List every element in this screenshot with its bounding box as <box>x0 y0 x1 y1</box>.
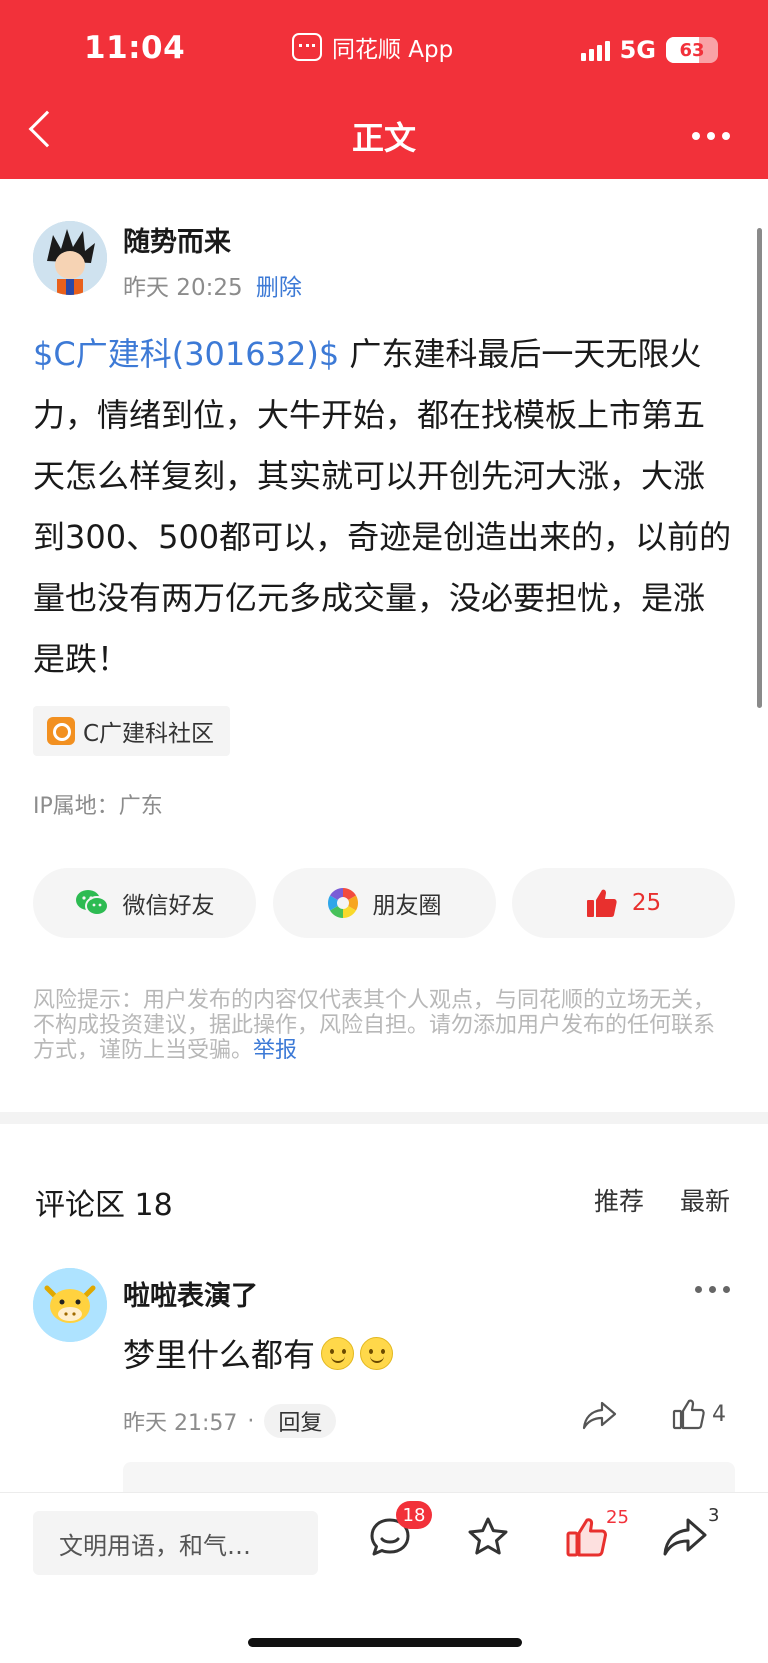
ip-location: IP属地：广东 <box>33 794 163 819</box>
app-logo-icon <box>292 33 322 61</box>
sort-recommend-tab[interactable]: 推荐 <box>594 1182 644 1218</box>
signal-icon <box>580 39 610 61</box>
wechat-icon <box>75 890 109 916</box>
page-title: 正文 <box>351 119 416 157</box>
favorite-button[interactable] <box>466 1515 510 1563</box>
share-row: 微信好友 朋友圈 25 <box>33 868 735 938</box>
meta-dot: · <box>247 1408 255 1434</box>
comment-more-button[interactable] <box>695 1286 730 1293</box>
more-icon <box>692 132 700 140</box>
status-app-indicator[interactable]: 同花顺 App <box>292 30 453 64</box>
risk-notice: 风险提示：用户发布的内容仅代表其个人观点，与同花顺的立场无关，不构成投资建议，据… <box>33 988 735 1063</box>
star-icon <box>468 1517 508 1555</box>
comments-button[interactable]: 18 <box>368 1501 432 1563</box>
status-right: 5G 63 <box>580 36 718 64</box>
share-moments-button[interactable]: 朋友圈 <box>272 868 496 938</box>
network-type: 5G <box>619 36 656 64</box>
community-icon <box>47 717 75 745</box>
comment-text: 梦里什么都有 <box>123 1330 394 1376</box>
section-divider <box>0 1112 768 1124</box>
smile-emoji-icon <box>360 1336 394 1370</box>
comment-text-content: 梦里什么都有 <box>123 1336 316 1374</box>
comment-meta: 昨天 21:57 · 回复 <box>123 1404 337 1438</box>
community-tag-label: C广建科社区 <box>83 721 215 747</box>
community-tag[interactable]: C广建科社区 <box>33 706 231 756</box>
share-wechat-label: 微信好友 <box>122 893 215 919</box>
commenter-avatar[interactable] <box>33 1268 107 1342</box>
share-bottom-button[interactable]: 3 <box>662 1505 719 1563</box>
like-button[interactable]: 25 <box>512 868 735 938</box>
more-button[interactable] <box>692 132 730 140</box>
thumbs-up-icon <box>672 1399 705 1430</box>
stock-link[interactable]: $C广建科(301632)$ <box>33 335 339 373</box>
risk-text: 风险提示：用户发布的内容仅代表其个人观点，与同花顺的立场无关，不构成投资建议，据… <box>33 988 716 1063</box>
thumbs-up-icon <box>586 889 617 917</box>
scrollbar[interactable] <box>757 228 762 708</box>
delete-button[interactable]: 删除 <box>256 275 302 301</box>
battery-level: 63 <box>679 39 705 61</box>
thumbs-up-icon <box>566 1518 607 1557</box>
app-header: 11:04 同花顺 App 5G 63 正文 <box>0 0 768 179</box>
report-link[interactable]: 举报 <box>253 1038 297 1063</box>
more-icon <box>695 1286 702 1293</box>
reply-button[interactable]: 回复 <box>264 1404 337 1438</box>
comment-count-badge: 18 <box>396 1501 432 1529</box>
share-bottom-count: 3 <box>708 1505 720 1526</box>
comment-share-button[interactable] <box>582 1400 618 1434</box>
author-name[interactable]: 随势而来 <box>123 220 231 259</box>
post-text: 广东建科最后一天无限火力，情绪到位，大牛开始，都在找模板上市第五天怎么样复刻，其… <box>33 335 732 678</box>
share-moments-label: 朋友圈 <box>372 893 442 919</box>
moments-icon <box>327 888 358 918</box>
like-bottom-count: 25 <box>606 1507 629 1528</box>
post-time: 昨天 20:25 <box>123 275 243 301</box>
post-meta: 昨天 20:25 删除 <box>123 268 302 302</box>
share-wechat-button[interactable]: 微信好友 <box>33 868 256 938</box>
commenter-name[interactable]: 啦啦表演了 <box>123 1274 258 1313</box>
like-bottom-button[interactable]: 25 <box>564 1507 629 1563</box>
comments-title: 评论区 18 <box>35 1188 173 1223</box>
status-time: 11:04 <box>84 30 186 66</box>
comment-input[interactable]: 文明用语，和气… <box>33 1511 318 1575</box>
comment-time: 昨天 21:57 <box>123 1411 238 1436</box>
share-icon <box>663 1518 707 1556</box>
comment-like-button[interactable]: 4 <box>672 1398 726 1430</box>
sort-latest-tab[interactable]: 最新 <box>680 1182 730 1218</box>
home-indicator[interactable] <box>248 1638 522 1647</box>
smile-emoji-icon <box>321 1336 355 1370</box>
battery-icon: 63 <box>666 37 718 63</box>
share-icon <box>582 1401 617 1430</box>
comment-like-count: 4 <box>712 1401 726 1427</box>
status-app-name: 同花顺 App <box>332 37 454 63</box>
like-count: 25 <box>631 890 662 916</box>
bottom-bar: 文明用语，和气… 18 25 3 <box>0 1492 768 1663</box>
post-content: $C广建科(301632)$ 广东建科最后一天无限火力，情绪到位，大牛开始，都在… <box>33 324 733 690</box>
author-avatar[interactable] <box>33 221 107 295</box>
